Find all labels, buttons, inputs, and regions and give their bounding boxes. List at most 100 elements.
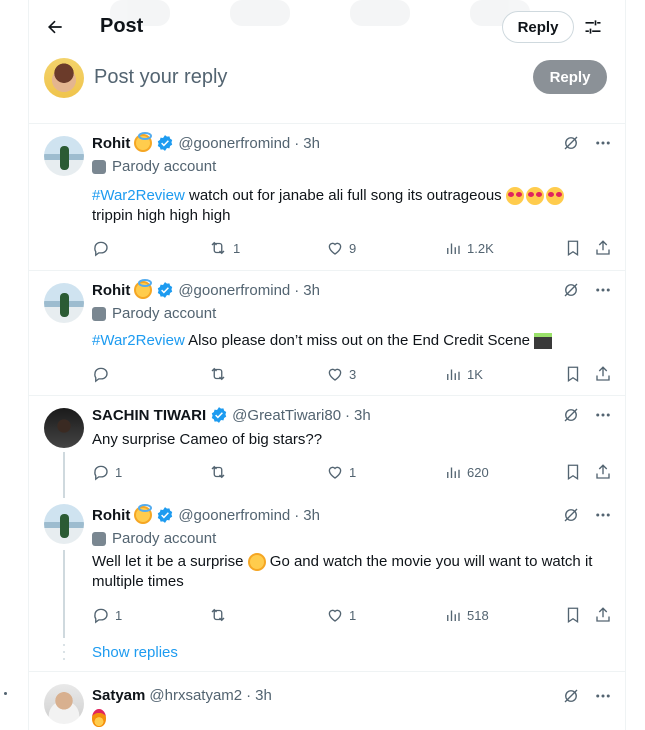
share-icon[interactable]	[594, 365, 612, 383]
timestamp[interactable]: 3h	[255, 687, 272, 704]
timestamp[interactable]: 3h	[303, 135, 320, 152]
avatar[interactable]	[44, 504, 84, 544]
tweet-actions: 1 1 620	[92, 462, 612, 482]
reply-action[interactable]: 1	[92, 463, 208, 481]
handle[interactable]: @goonerfromind	[178, 507, 290, 524]
display-name[interactable]: SACHIN TIWARI	[92, 407, 206, 424]
avatar[interactable]	[44, 408, 84, 448]
reply-header-button[interactable]: Reply	[502, 11, 574, 43]
tweet-body-line2: multiple times	[92, 573, 184, 590]
more-options-icon[interactable]	[594, 506, 612, 529]
page-dot	[4, 692, 7, 695]
parody-text: Parody account	[112, 158, 217, 175]
display-name[interactable]: Rohit	[92, 135, 130, 152]
bookmark-icon[interactable]	[564, 365, 594, 383]
handle[interactable]: @goonerfromind	[178, 282, 290, 299]
avatar[interactable]	[44, 58, 84, 98]
handle[interactable]: @hrxsatyam2	[149, 687, 242, 704]
reply-submit-button[interactable]: Reply	[533, 60, 607, 94]
timestamp[interactable]: 3h	[303, 507, 320, 524]
more-options-icon[interactable]	[594, 281, 612, 304]
share-icon[interactable]	[594, 463, 612, 481]
like-count: 9	[349, 240, 357, 256]
sliders-icon[interactable]	[580, 14, 606, 40]
tweet-header: Satyam @hrxsatyam2 · 3h	[92, 687, 272, 704]
views-action[interactable]: 1K	[444, 365, 564, 383]
more-options-icon[interactable]	[594, 687, 612, 710]
display-name[interactable]: Rohit	[92, 507, 130, 524]
bookmark-icon[interactable]	[564, 239, 594, 257]
grok-icon[interactable]	[562, 687, 580, 710]
grok-icon[interactable]	[562, 406, 580, 429]
verified-badge-icon[interactable]	[156, 134, 174, 152]
tweet-text: #War2Review Also please don’t miss out o…	[92, 331, 612, 351]
handle[interactable]: @GreatTiwari80	[232, 407, 341, 424]
like-action[interactable]: 1	[326, 606, 444, 624]
show-replies-link[interactable]: Show replies	[92, 644, 178, 661]
bookmark-icon[interactable]	[564, 606, 594, 624]
reply-tweet[interactable]: SACHIN TIWARI @GreatTiwari80 · 3h Any su…	[28, 396, 626, 496]
separator-dot: ·	[345, 406, 351, 424]
grok-icon[interactable]	[562, 134, 580, 157]
verified-badge-icon[interactable]	[210, 406, 228, 424]
repost-count: 1	[233, 240, 241, 256]
repost-action[interactable]	[208, 463, 326, 481]
reply-count: 1	[115, 464, 123, 480]
timestamp[interactable]: 3h	[303, 282, 320, 299]
share-icon[interactable]	[594, 606, 612, 624]
clapper-board-emoji-icon	[534, 333, 553, 350]
share-icon[interactable]	[594, 239, 612, 257]
tweet-text: Well let it be a surprise Go and watch t…	[92, 552, 612, 592]
tweet-text	[92, 709, 612, 730]
tweet-controls	[562, 506, 612, 529]
thread-line	[63, 550, 65, 638]
repost-action[interactable]	[208, 365, 326, 383]
more-options-icon[interactable]	[594, 406, 612, 429]
repost-action[interactable]: 1	[208, 239, 326, 257]
verified-badge-icon[interactable]	[156, 506, 174, 524]
reply-count: 1	[115, 607, 123, 623]
tweet-body-line2: trippin high high high	[92, 207, 231, 224]
reply-tweet[interactable]: Satyam @hrxsatyam2 · 3h	[28, 673, 626, 730]
repost-action[interactable]	[208, 606, 326, 624]
hashtag-link[interactable]: #War2Review	[92, 332, 185, 349]
avatar[interactable]	[44, 684, 84, 724]
timestamp[interactable]: 3h	[354, 407, 371, 424]
tweet-controls	[562, 687, 612, 710]
like-action[interactable]: 9	[326, 239, 444, 257]
angel-emoji-icon	[134, 132, 153, 152]
tweet-text: Any surprise Cameo of big stars??	[92, 431, 323, 448]
display-name[interactable]: Rohit	[92, 282, 130, 299]
parody-text: Parody account	[112, 305, 217, 322]
grok-icon[interactable]	[562, 281, 580, 304]
reply-tweet[interactable]: Rohit @goonerfromind · 3h Parody account…	[28, 271, 626, 396]
grok-icon[interactable]	[562, 506, 580, 529]
bookmark-icon[interactable]	[564, 463, 594, 481]
like-action[interactable]: 1	[326, 463, 444, 481]
like-action[interactable]: 3	[326, 365, 444, 383]
reply-tweet[interactable]: Rohit @goonerfromind · 3h Parody account…	[28, 124, 626, 271]
tweet-controls	[562, 134, 612, 157]
reply-composer: Post your reply Reply	[28, 54, 626, 124]
reply-input[interactable]: Post your reply	[94, 66, 227, 89]
parody-label: Parody account	[92, 158, 216, 175]
hashtag-link[interactable]: #War2Review	[92, 187, 185, 204]
more-options-icon[interactable]	[594, 134, 612, 157]
views-action[interactable]: 518	[444, 606, 564, 624]
back-arrow-icon[interactable]	[40, 12, 70, 42]
tweet-header: Rohit @goonerfromind · 3h	[92, 132, 320, 152]
handle[interactable]: @goonerfromind	[178, 135, 290, 152]
fire-emoji-icon	[92, 709, 106, 727]
reply-action[interactable]	[92, 365, 208, 383]
parody-text: Parody account	[112, 530, 217, 547]
avatar[interactable]	[44, 283, 84, 323]
tweet-controls	[562, 406, 612, 429]
reply-action[interactable]: 1	[92, 606, 208, 624]
page-title: Post	[100, 15, 144, 37]
views-action[interactable]: 620	[444, 463, 564, 481]
avatar[interactable]	[44, 136, 84, 176]
verified-badge-icon[interactable]	[156, 281, 174, 299]
reply-action[interactable]	[92, 239, 208, 257]
display-name[interactable]: Satyam	[92, 687, 145, 704]
views-action[interactable]: 1.2K	[444, 239, 564, 257]
